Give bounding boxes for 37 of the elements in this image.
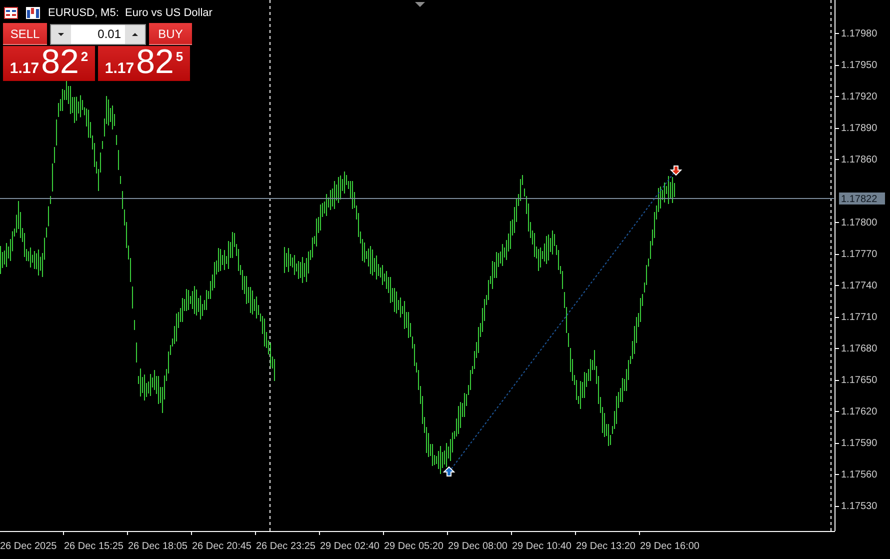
volume-value: 0.01 [71,24,125,44]
time-label: 29 Dec 02:40 [320,541,380,552]
price-label: 1.17890 [841,123,878,134]
window-icon [4,7,18,20]
time-label: 29 Dec 16:00 [640,541,700,552]
price-label: 1.17560 [841,470,878,480]
volume-field[interactable]: 0.01 [50,24,146,44]
down-arrow-icon [670,166,682,176]
time-label: 29 Dec 08:00 [448,541,508,552]
price-label: 1.17800 [841,218,878,228]
time-label: 26 Dec 18:05 [128,541,188,552]
price-label: 1.17590 [841,438,878,449]
time-label: 26 Dec 2025 [0,541,57,552]
time-label: 29 Dec 13:20 [576,541,636,552]
sell-button[interactable]: SELL [3,23,47,45]
price-label: 1.17860 [841,154,878,166]
price-label: 1.17950 [841,60,878,71]
time-label: 26 Dec 20:45 [192,541,252,552]
price-label: 1.17710 [841,312,878,323]
price-label: 1.17770 [841,249,878,260]
chart-icon [26,7,40,20]
price-label: 1.17680 [841,344,878,354]
price-label: 1.17980 [841,28,878,40]
buy-button[interactable]: BUY [149,23,192,45]
time-label: 29 Dec 10:40 [512,541,572,552]
time-label: 26 Dec 23:25 [256,541,316,552]
shift-marker-icon[interactable] [415,2,425,7]
window-title: EURUSD, M5: Euro vs US Dollar [48,6,212,21]
price-label: 1.17650 [841,375,878,386]
price-label: 1.17530 [841,501,878,512]
up-arrow-icon [442,466,456,476]
time-label: 26 Dec 15:25 [64,541,124,552]
price-label: 1.17620 [841,406,878,418]
price-label: 1.17740 [841,280,878,292]
current-price-tag: 1.17822 [839,192,885,205]
time-label: 29 Dec 05:20 [384,541,444,552]
price-label: 1.17920 [841,92,878,102]
